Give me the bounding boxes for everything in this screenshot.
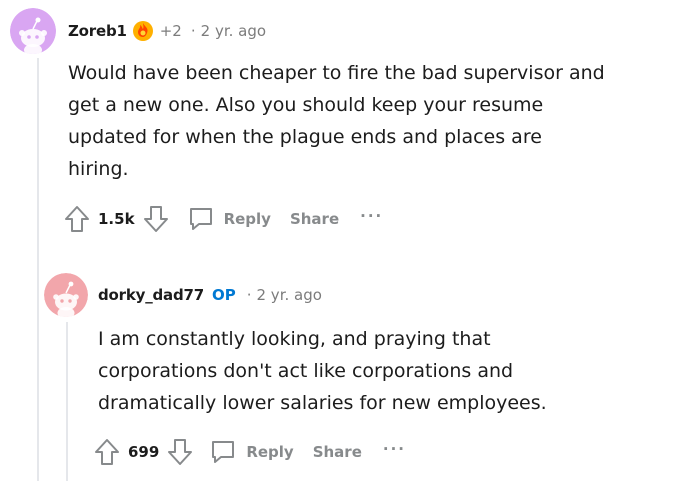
timestamp[interactable]: 2 yr. ago [257,286,322,304]
share-button[interactable]: Share [290,210,339,228]
more-options-button[interactable]: ··· [383,440,406,458]
share-button[interactable]: Share [313,443,362,461]
comment-line: updated for when the plague ends and pla… [68,126,542,148]
comment-body: Would have been cheaper to fire the bad … [68,57,605,185]
op-badge: OP [211,286,236,304]
upvote-icon[interactable] [94,437,120,467]
avatar[interactable] [10,8,56,54]
comment-line: get a new one. Also you should keep your… [68,94,544,116]
reply-button[interactable]: Reply [187,205,271,233]
downvote-icon[interactable] [167,437,193,467]
more-options-button[interactable]: ··· [360,207,383,225]
comment-actions: 1.5k Reply Share ··· [64,204,383,234]
reply-label: Reply [223,210,271,228]
avatar[interactable] [44,273,88,317]
vote-score: 1.5k [98,210,135,228]
upvote-icon[interactable] [64,204,90,234]
vote-score: 699 [128,443,160,461]
separator-dot: · [246,286,252,304]
comment-line: I am constantly looking, and praying tha… [98,328,491,350]
reply-label: Reply [246,443,294,461]
separator-dot: · [190,22,196,40]
comment-actions: 699 Reply Share ··· [94,437,406,467]
thread-line[interactable] [37,58,39,481]
comment-meta: Zoreb1 +2 · 2 yr. ago [68,20,266,42]
reply-button[interactable]: Reply [209,438,294,466]
comment-line: corporations don't act like corporations… [98,360,514,382]
timestamp[interactable]: 2 yr. ago [201,22,266,40]
downvote-icon[interactable] [143,204,169,234]
comment-line: dramatically lower salaries for new empl… [98,392,547,414]
comment-bubble-icon [189,208,212,230]
comment-line: hiring. [68,158,129,180]
username[interactable]: dorky_dad77 [98,286,204,304]
thread-line-reply[interactable] [66,322,68,481]
comment-line: Would have been cheaper to fire the bad … [68,62,605,84]
comment-bubble-icon [212,441,235,463]
fire-award-icon [132,20,154,42]
comment-body: I am constantly looking, and praying tha… [98,323,547,419]
username[interactable]: Zoreb1 [68,22,127,40]
karma-count: +2 [159,22,182,40]
comment-meta: dorky_dad77 OP · 2 yr. ago [98,286,322,304]
